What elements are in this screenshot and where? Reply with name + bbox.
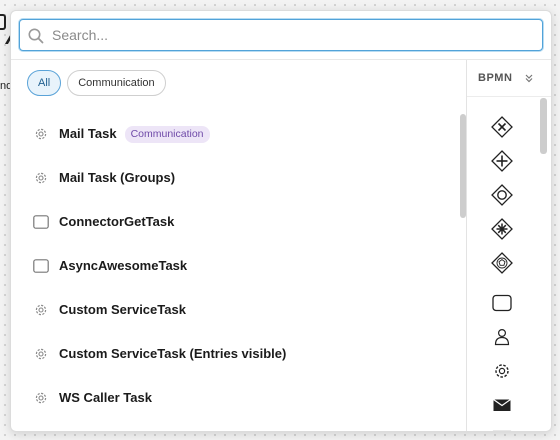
- chevron-double-down-icon: [525, 74, 533, 83]
- list-item-ws-caller-task[interactable]: WS Caller Task: [11, 376, 451, 420]
- parallel-gateway-icon[interactable]: [491, 150, 513, 172]
- palette-group-title: BPMN: [478, 72, 513, 84]
- gear-icon: [35, 304, 47, 316]
- palette-scrollbar[interactable]: [540, 98, 547, 154]
- bpmn-palette-pane: BPMN: [467, 60, 551, 432]
- filter-chip-communication[interactable]: Communication: [67, 70, 166, 96]
- palette-group-header[interactable]: BPMN: [467, 60, 551, 96]
- list-item-custom-service-task-entries-visible[interactable]: Custom ServiceTask (Entries visible): [11, 332, 451, 376]
- list-item-connector-get-task[interactable]: ConnectorGetTask: [11, 200, 451, 244]
- search-icon: [28, 28, 44, 44]
- service-task-icon[interactable]: [491, 360, 513, 382]
- list-item-label: ConnectorGetTask: [59, 214, 175, 229]
- category-badge: Communication: [124, 126, 210, 143]
- exclusive-gateway-icon[interactable]: [491, 116, 513, 138]
- list-item-async-awesome-task[interactable]: AsyncAwesomeTask: [11, 244, 451, 288]
- list-item-custom-service-task[interactable]: Custom ServiceTask: [11, 288, 451, 332]
- task-box-icon: [33, 259, 49, 273]
- list-item-mail-task-groups[interactable]: Mail Task (Groups): [11, 156, 451, 200]
- task-icon[interactable]: [491, 292, 513, 314]
- event-based-gateway-icon[interactable]: [491, 252, 513, 274]
- user-task-icon[interactable]: [491, 326, 513, 348]
- list-item-label: Mail Task (Groups): [59, 170, 176, 185]
- canvas-element-fragment: [0, 14, 6, 30]
- list-item-label: Custom ServiceTask: [59, 302, 186, 317]
- complex-gateway-icon[interactable]: [491, 218, 513, 240]
- inclusive-gateway-icon[interactable]: [491, 184, 513, 206]
- create-element-popup: All Communication Mail Task Communication…: [10, 10, 552, 432]
- receive-task-icon[interactable]: [491, 426, 513, 432]
- gear-icon: [35, 172, 47, 184]
- palette-divider: [467, 96, 551, 97]
- filter-chips: All Communication: [27, 70, 166, 96]
- search-input[interactable]: [52, 20, 532, 50]
- gear-icon: [35, 128, 47, 140]
- filter-chip-all[interactable]: All: [27, 70, 62, 96]
- list-item-label-text: Mail Task: [59, 126, 117, 141]
- list-item-label: Custom ServiceTask (Entries visible): [59, 346, 287, 361]
- search-box[interactable]: [19, 19, 543, 51]
- list-item-label: Mail Task Communication: [59, 126, 210, 143]
- list-item-label: WS Caller Task: [59, 390, 152, 405]
- task-box-icon: [33, 215, 49, 229]
- entries-pane: All Communication Mail Task Communication…: [11, 60, 466, 431]
- list-item-label: AsyncAwesomeTask: [59, 258, 188, 273]
- list-item-mail-task[interactable]: Mail Task Communication: [11, 112, 451, 156]
- gear-icon: [35, 348, 47, 360]
- gear-icon: [35, 392, 47, 404]
- send-task-icon[interactable]: [491, 394, 513, 416]
